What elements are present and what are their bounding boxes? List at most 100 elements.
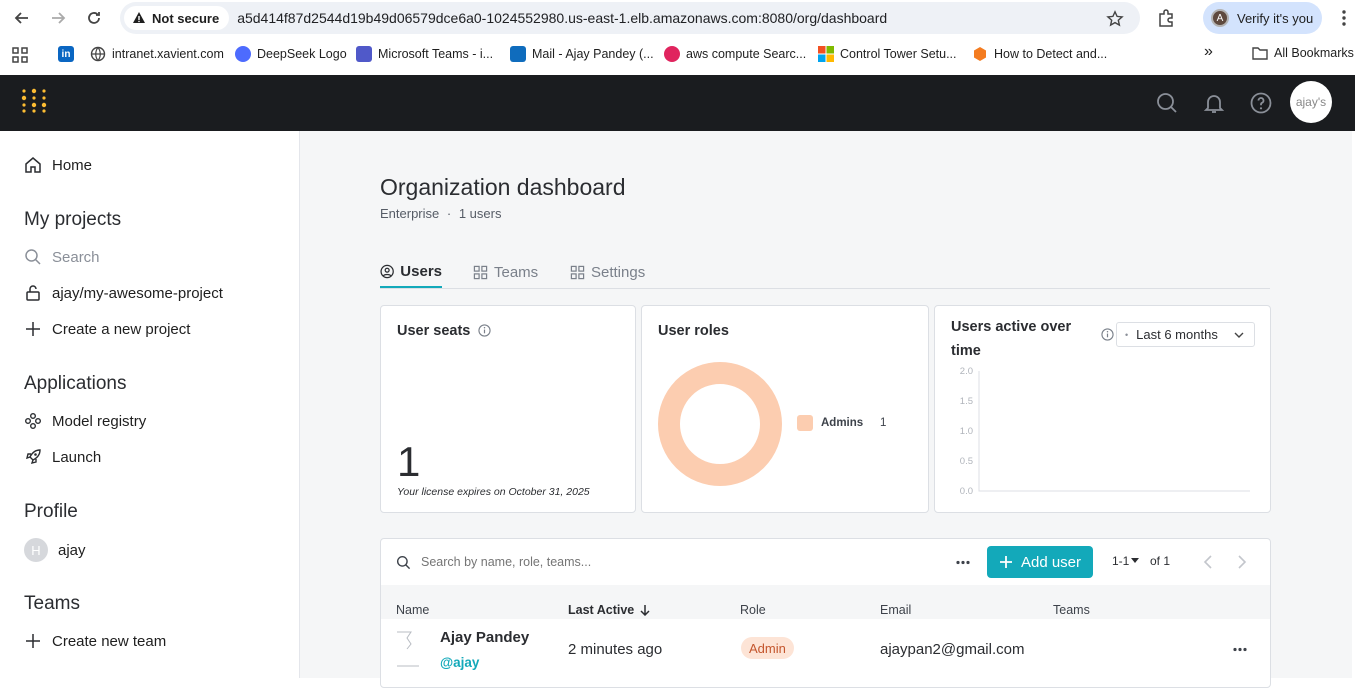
grid-icon — [570, 265, 585, 280]
chevron-left-icon[interactable] — [1203, 555, 1213, 569]
bookmark-item[interactable]: Microsoft Teams - i... — [356, 46, 493, 62]
donut-slice-admins[interactable] — [658, 362, 782, 486]
y-tick-label: 0.0 — [960, 486, 973, 497]
applications-heading: Applications — [24, 373, 127, 394]
bookmark-linkedin[interactable]: in — [58, 46, 74, 62]
back-icon[interactable] — [12, 8, 32, 28]
pagination-range-select[interactable]: 1-1 — [1112, 554, 1140, 568]
profile-heading: Profile — [24, 501, 78, 522]
apps-grid-icon[interactable] — [12, 47, 28, 63]
users-active-card: Users active over time • Last 6 months 2… — [934, 305, 1271, 513]
users-search-input[interactable] — [421, 551, 821, 573]
user-avatar[interactable]: ajay's — [1290, 81, 1332, 123]
sidebar-item-profile[interactable]: H ajay — [24, 538, 86, 562]
card-title: User seats — [397, 323, 471, 339]
bookmark-item[interactable]: How to Detect and... — [972, 46, 1107, 62]
help-icon[interactable] — [1249, 91, 1273, 115]
bookmark-label: How to Detect and... — [994, 47, 1108, 61]
plus-icon — [26, 634, 40, 648]
bookmarks-bar: in intranet.xavient.com DeepSeek Logo Mi… — [0, 36, 1355, 74]
column-header-email[interactable]: Email — [880, 603, 911, 617]
avatar-alt-text: ajay's — [1295, 95, 1327, 109]
bell-icon[interactable] — [1202, 91, 1226, 115]
user-handle[interactable]: @ajay — [440, 655, 479, 670]
warning-icon — [133, 12, 145, 23]
sidebar-search-placeholder: Search — [52, 248, 100, 266]
table-row[interactable]: Ajay Pandey @ajay 2 minutes ago Admin aj… — [381, 619, 1270, 687]
column-header-teams[interactable]: Teams — [1053, 603, 1090, 617]
sidebar-search[interactable]: Search — [24, 248, 100, 266]
info-icon[interactable] — [478, 324, 491, 337]
kebab-menu-icon[interactable] — [1337, 9, 1351, 27]
pagination-range: 1-1 — [1112, 554, 1130, 568]
bookmark-label: intranet.xavient.com — [112, 47, 224, 61]
forward-icon[interactable] — [48, 8, 68, 28]
column-header-last-active[interactable]: Last Active — [568, 603, 650, 617]
search-icon — [396, 555, 411, 570]
column-header-role[interactable]: Role — [740, 603, 766, 617]
more-bookmarks-button[interactable]: » — [1204, 43, 1213, 61]
row-actions-icon[interactable] — [1233, 647, 1247, 652]
teams-heading: Teams — [24, 593, 80, 614]
user-name[interactable]: Ajay Pandey — [440, 629, 529, 646]
profile-initial-avatar: H — [24, 538, 48, 562]
plus-icon — [999, 556, 1012, 568]
time-range-select[interactable]: • Last 6 months — [1116, 322, 1255, 347]
tab-teams[interactable]: Teams — [473, 257, 538, 288]
sidebar-item-model-registry[interactable]: Model registry — [24, 412, 146, 430]
teams-icon — [356, 46, 372, 62]
reload-icon[interactable] — [84, 8, 104, 28]
sidebar-item-label: Create a new project — [52, 320, 191, 338]
url-text[interactable]: a5d414f87d2544d19b49d06579dce6a0-1024552… — [237, 10, 887, 26]
extensions-icon[interactable] — [1157, 9, 1175, 27]
address-bar[interactable]: Not secure a5d414f87d2544d19b49d06579dce… — [120, 2, 1140, 34]
tab-bar: Users Teams Settings — [380, 257, 1270, 289]
wandb-logo-icon[interactable] — [20, 87, 48, 115]
sidebar-item-create-project[interactable]: Create a new project — [24, 320, 190, 338]
linkedin-icon: in — [58, 46, 74, 62]
rocket-icon — [26, 449, 41, 464]
range-dot: • — [1125, 329, 1129, 340]
bookmark-item[interactable]: Control Tower Setu... — [818, 46, 957, 62]
role-badge[interactable]: Admin — [741, 637, 794, 659]
bookmark-item[interactable]: DeepSeek Logo — [235, 46, 347, 62]
tab-label: Settings — [591, 264, 646, 281]
bookmark-item[interactable]: aws compute Searc... — [664, 46, 806, 62]
all-bookmarks-button[interactable]: All Bookmarks — [1252, 46, 1354, 60]
more-options-icon[interactable] — [956, 560, 970, 565]
bookmark-label: Mail - Ajay Pandey (... — [532, 47, 654, 61]
caret-down-icon — [1131, 558, 1140, 563]
y-tick-label: 1.0 — [960, 426, 973, 437]
sidebar-item-launch[interactable]: Launch — [24, 448, 101, 466]
chevron-right-icon[interactable] — [1237, 555, 1247, 569]
not-secure-label: Not secure — [152, 10, 220, 26]
sidebar-item-label: Launch — [52, 448, 102, 466]
not-secure-chip[interactable]: Not secure — [124, 6, 230, 30]
chart-axis — [978, 371, 1250, 492]
info-icon[interactable] — [1101, 328, 1114, 341]
users-table: Add user 1-1 of 1 Name Last Active Role … — [380, 538, 1271, 688]
verify-label: Verify it's you — [1237, 10, 1314, 26]
legend-count: 1 — [880, 417, 887, 429]
bookmark-label: Control Tower Setu... — [840, 47, 957, 61]
license-note: Your license expires on October 31, 2025 — [397, 486, 590, 498]
verify-chip[interactable]: A Verify it's you — [1203, 2, 1322, 34]
y-tick-label: 0.5 — [960, 456, 973, 467]
add-user-label: Add user — [1020, 553, 1082, 571]
add-user-button[interactable]: Add user — [987, 546, 1093, 578]
sidebar-item-home[interactable]: Home — [24, 156, 92, 174]
sidebar: Home My projects Search ajay/my-awesome-… — [0, 131, 300, 678]
page-title: Organization dashboard — [380, 174, 626, 200]
sidebar-item-create-team[interactable]: Create new team — [24, 632, 166, 650]
tab-settings[interactable]: Settings — [570, 257, 645, 288]
subtitle-separator: · — [446, 206, 452, 221]
search-icon[interactable] — [1155, 91, 1179, 115]
sidebar-item-project[interactable]: ajay/my-awesome-project — [24, 284, 223, 302]
column-header-name[interactable]: Name — [396, 603, 429, 617]
card-title-line1: Users active over — [951, 319, 1072, 335]
bookmark-item[interactable]: Mail - Ajay Pandey (... — [510, 46, 654, 62]
broken-image-icon — [397, 631, 419, 667]
bookmark-item[interactable]: intranet.xavient.com — [90, 46, 224, 62]
tab-users[interactable]: Users — [380, 257, 442, 288]
star-icon[interactable] — [1106, 10, 1124, 28]
